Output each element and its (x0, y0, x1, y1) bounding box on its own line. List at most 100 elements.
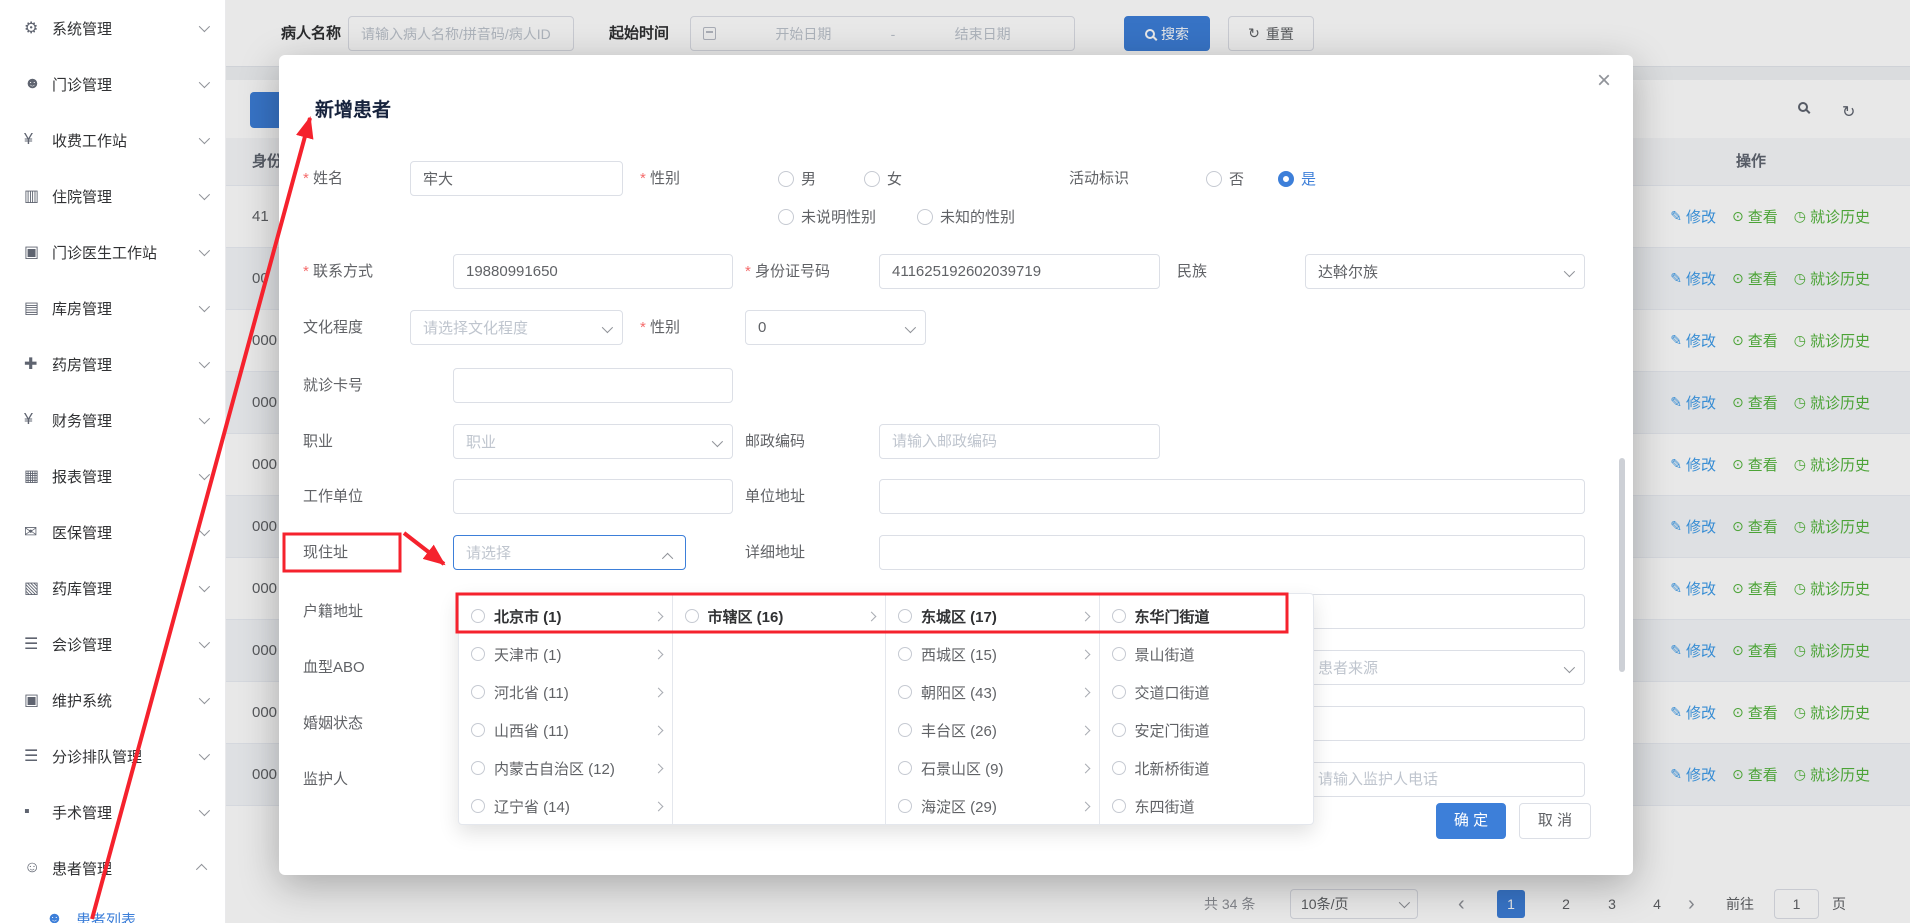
radio-icon[interactable] (1112, 685, 1126, 699)
radio-icon[interactable] (898, 723, 912, 737)
cascader-option[interactable]: 石景山区 (9) (886, 749, 1099, 787)
grid-icon: ▧ (24, 578, 52, 598)
cascader-option[interactable]: 西城区 (15) (886, 635, 1099, 673)
cascader-option[interactable]: 东四街道 (1100, 787, 1314, 825)
sidebar-item-doctor-station[interactable]: ▣门诊医生工作站 (0, 224, 225, 280)
marital-status-label: 婚姻状态 (303, 706, 363, 741)
close-icon[interactable]: × (1597, 67, 1611, 95)
select-placeholder: 请选择 (466, 542, 511, 563)
sidebar-item-label: 收费工作站 (52, 130, 199, 151)
gender-code-select[interactable]: 0 (745, 310, 926, 345)
cascader-option[interactable]: 北新桥街道 (1100, 749, 1314, 787)
gender-radio-unknown[interactable]: 未知的性别 (917, 199, 1015, 234)
patient-source-select[interactable]: 患者来源 (1305, 650, 1585, 685)
sidebar-item-warehouse[interactable]: ▤库房管理 (0, 280, 225, 336)
sidebar-item-insurance[interactable]: ✉医保管理 (0, 504, 225, 560)
cascader-option[interactable]: 市辖区 (16) (673, 597, 886, 635)
sidebar-item-system[interactable]: ⚙系统管理 (0, 0, 225, 56)
cascader-option[interactable]: 山西省 (11) (459, 711, 672, 749)
cancel-button[interactable]: 取 消 (1519, 803, 1591, 839)
contact-input[interactable] (453, 254, 733, 289)
cascader-option[interactable]: 景山街道 (1100, 635, 1314, 673)
radio-icon[interactable] (1112, 723, 1126, 737)
cascader-option[interactable]: 交道口街道 (1100, 673, 1314, 711)
radio-icon[interactable] (1112, 761, 1126, 775)
active-flag-label: 活动标识 (1069, 161, 1129, 196)
radio-icon[interactable] (685, 609, 699, 623)
radio-icon[interactable] (471, 761, 485, 775)
sidebar-item-inpatient[interactable]: ▥住院管理 (0, 168, 225, 224)
sidebar-item-patient[interactable]: ☺患者管理 (0, 840, 225, 896)
confirm-button[interactable]: 确 定 (1436, 803, 1506, 839)
active-flag-radio-yes[interactable]: 是 (1278, 161, 1316, 196)
sidebar-item-triage-queue[interactable]: ☰分诊排队管理 (0, 728, 225, 784)
cascader-option[interactable]: 内蒙古自治区 (12) (459, 749, 672, 787)
sidebar-item-label: 住院管理 (52, 186, 199, 207)
cascader-option[interactable]: 丰台区 (26) (886, 711, 1099, 749)
select-placeholder: 请选择文化程度 (423, 317, 528, 338)
sidebar-item-report[interactable]: ▦报表管理 (0, 448, 225, 504)
radio-icon[interactable] (1112, 609, 1126, 623)
document-icon: ▤ (24, 298, 52, 318)
radio-icon[interactable] (471, 799, 485, 813)
monitor-icon: ▣ (24, 242, 52, 262)
sidebar-item-charging[interactable]: ¥收费工作站 (0, 112, 225, 168)
sidebar-item-surgery[interactable]: ▪手术管理 (0, 784, 225, 840)
select-placeholder: 职业 (466, 431, 496, 452)
radio-icon[interactable] (1112, 799, 1126, 813)
gender-radio-unstated[interactable]: 未说明性别 (778, 199, 876, 234)
postcode-input[interactable] (879, 424, 1160, 459)
radio-label: 否 (1229, 168, 1244, 189)
detail-address-input[interactable] (879, 535, 1585, 570)
radio-icon[interactable] (898, 609, 912, 623)
gender-radio-female[interactable]: 女 (864, 161, 902, 196)
current-address-cascader-select[interactable]: 请选择 (453, 535, 686, 570)
chevron-down-icon (602, 322, 613, 333)
radio-icon[interactable] (898, 647, 912, 661)
cascader-option[interactable]: 辽宁省 (14) (459, 787, 672, 825)
cascader-option[interactable]: 海淀区 (29) (886, 787, 1099, 825)
name-input[interactable] (410, 161, 623, 196)
visit-card-input[interactable] (453, 368, 733, 403)
cascader-option-label: 北新桥街道 (1135, 758, 1304, 779)
cascader-option[interactable]: 北京市 (1) (459, 597, 672, 635)
cascader-option[interactable]: 东华门街道 (1100, 597, 1314, 635)
radio-icon[interactable] (898, 799, 912, 813)
cascader-city-column: 市辖区 (16) (673, 594, 887, 824)
sidebar-subitem-label: 患者列表 (76, 909, 136, 923)
guardian-phone-input[interactable] (1305, 762, 1585, 797)
sidebar-item-consultation[interactable]: ☰会诊管理 (0, 616, 225, 672)
sidebar-item-pharmacy[interactable]: ✚药房管理 (0, 336, 225, 392)
radio-icon[interactable] (1112, 647, 1126, 661)
modal-scrollbar[interactable] (1619, 458, 1625, 672)
cascader-option[interactable]: 河北省 (11) (459, 673, 672, 711)
work-unit-input[interactable] (453, 479, 733, 514)
unit-address-label: 单位地址 (745, 479, 805, 514)
cascader-option[interactable]: 安定门街道 (1100, 711, 1314, 749)
radio-icon[interactable] (471, 647, 485, 661)
radio-icon[interactable] (898, 761, 912, 775)
chevron-down-icon (199, 469, 210, 480)
sidebar-item-outpatient[interactable]: ☻门诊管理 (0, 56, 225, 112)
active-flag-radio-no[interactable]: 否 (1206, 161, 1244, 196)
gender-radio-male[interactable]: 男 (778, 161, 816, 196)
education-select[interactable]: 请选择文化程度 (410, 310, 623, 345)
sidebar-item-finance[interactable]: ¥财务管理 (0, 392, 225, 448)
radio-icon[interactable] (471, 685, 485, 699)
sidebar-item-maintenance[interactable]: ▣维护系统 (0, 672, 225, 728)
radio-icon[interactable] (471, 609, 485, 623)
occupation-select[interactable]: 职业 (453, 424, 733, 459)
unit-address-input[interactable] (879, 479, 1585, 514)
cascader-option[interactable]: 朝阳区 (43) (886, 673, 1099, 711)
cascader-option[interactable]: 东城区 (17) (886, 597, 1099, 635)
square-icon: ▪ (24, 803, 52, 821)
ethnicity-select[interactable]: 达斡尔族 (1305, 254, 1585, 289)
cascader-option-label: 海淀区 (29) (921, 796, 1073, 817)
radio-icon[interactable] (471, 723, 485, 737)
sidebar-item-drugstore[interactable]: ▧药库管理 (0, 560, 225, 616)
radio-icon[interactable] (898, 685, 912, 699)
sidebar-subitem-patient-list[interactable]: ☻患者列表 (0, 896, 225, 923)
cascader-option-label: 石景山区 (9) (921, 758, 1073, 779)
id-number-input[interactable] (879, 254, 1160, 289)
cascader-option[interactable]: 天津市 (1) (459, 635, 672, 673)
